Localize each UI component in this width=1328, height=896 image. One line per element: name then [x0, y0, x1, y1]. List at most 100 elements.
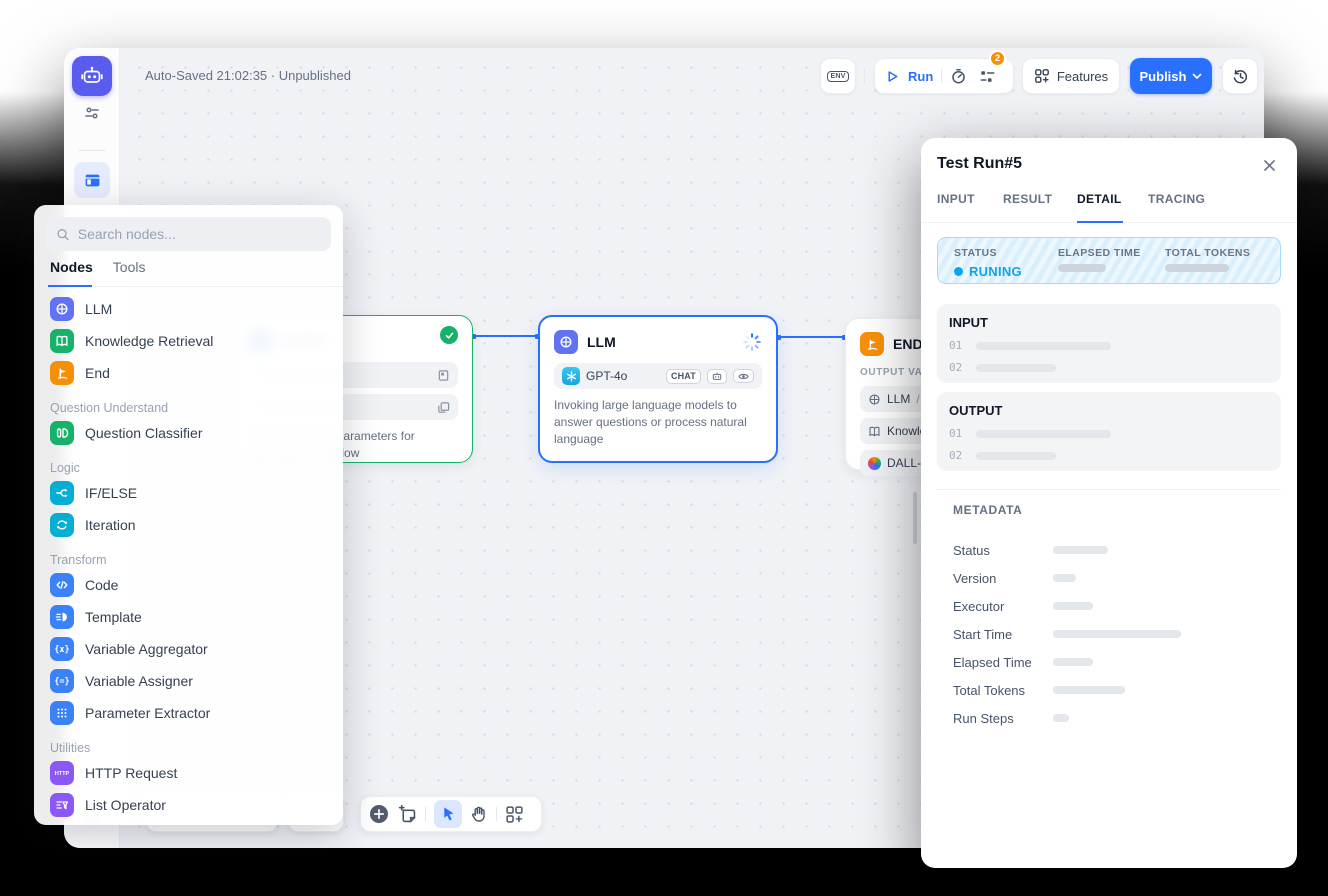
canvas-scrollbar[interactable]: [913, 492, 917, 544]
rail-divider: [78, 150, 106, 151]
llm-model-row[interactable]: GPT-4o CHAT: [554, 363, 762, 389]
tab-tracing[interactable]: TRACING: [1148, 192, 1205, 206]
metadata-title: METADATA: [953, 503, 1022, 517]
organize-nodes-button[interactable]: [505, 805, 524, 824]
text-field-icon: [437, 369, 450, 382]
search-input[interactable]: [78, 226, 321, 242]
node-item-variable-aggregator[interactable]: {x} Variable Aggregator: [44, 633, 333, 665]
node-item-if-else[interactable]: IF/ELSE: [44, 477, 333, 509]
tab-input[interactable]: INPUT: [937, 192, 1003, 206]
variable-assigner-icon: {=}: [50, 669, 74, 693]
end-flag-icon: [860, 332, 884, 356]
checklist-icon[interactable]: [979, 68, 996, 85]
llm-model-name: GPT-4o: [586, 369, 660, 383]
edge-start-to-llm: [473, 335, 538, 337]
node-item-label: List Operator: [85, 797, 166, 813]
node-item-label: Parameter Extractor: [85, 705, 210, 721]
history-button[interactable]: [1222, 58, 1258, 94]
node-item-list-operator[interactable]: List Operator: [44, 789, 333, 821]
preview-panel-button[interactable]: [74, 162, 110, 198]
node-item-label: Code: [85, 577, 118, 593]
node-item-variable-assigner[interactable]: {=} Variable Assigner: [44, 665, 333, 697]
meta-skeleton: [1053, 630, 1181, 638]
tab-nodes[interactable]: Nodes: [50, 259, 93, 286]
preferences-button[interactable]: [84, 105, 100, 121]
add-node-button[interactable]: [368, 803, 390, 825]
node-item-label: Variable Aggregator: [85, 641, 208, 657]
node-item-http-request[interactable]: HTTP HTTP Request: [44, 757, 333, 789]
node-item-question-classifier[interactable]: Question Classifier: [44, 417, 333, 449]
llm-node[interactable]: LLM GPT-4o CHAT: [538, 315, 778, 463]
end-node-title: END: [893, 336, 923, 352]
play-icon[interactable]: [885, 69, 900, 84]
elapsed-time-skeleton: [1058, 264, 1106, 272]
node-item-label: Knowledge Retrieval: [85, 333, 213, 349]
metadata-divider: [937, 489, 1281, 490]
node-item-code[interactable]: Code: [44, 569, 333, 601]
publish-button[interactable]: Publish: [1130, 58, 1212, 94]
node-item-label: IF/ELSE: [85, 485, 137, 501]
tab-detail[interactable]: DETAIL: [1077, 192, 1148, 206]
node-item-parameter-extractor[interactable]: Parameter Extractor: [44, 697, 333, 729]
output-card: OUTPUT 01 02: [937, 392, 1281, 471]
meta-skeleton: [1053, 658, 1093, 666]
line-number: 01: [949, 339, 962, 352]
line-number: 01: [949, 427, 962, 440]
active-tab-underline: [48, 285, 92, 287]
node-item-iteration[interactable]: Iteration: [44, 509, 333, 541]
search-box[interactable]: [46, 217, 331, 251]
llm-mini-icon: [868, 393, 881, 406]
close-button[interactable]: [1260, 156, 1278, 174]
node-item-template[interactable]: Template: [44, 601, 333, 633]
meta-skeleton: [1053, 546, 1108, 554]
run-panel-title: Test Run#5: [937, 155, 1022, 173]
node-item-knowledge-retrieval[interactable]: Knowledge Retrieval: [44, 325, 333, 357]
robot-icon: [80, 64, 104, 88]
end-row-source: LLM: [887, 392, 910, 406]
openai-icon: [562, 367, 580, 385]
status-label: STATUS: [954, 247, 1022, 259]
pointer-mode-button[interactable]: [434, 800, 462, 828]
panel-tabs: Nodes Tools: [34, 259, 343, 287]
node-item-end[interactable]: End: [44, 357, 333, 389]
stopwatch-icon[interactable]: [950, 68, 967, 85]
hand-icon: [470, 805, 488, 823]
end-flag-icon: [50, 361, 74, 385]
run-button[interactable]: Run: [908, 69, 933, 84]
classifier-icon: [50, 421, 74, 445]
topbar-divider: [864, 68, 865, 84]
output-skeleton: [976, 452, 1056, 460]
line-number: 02: [949, 361, 962, 374]
list-operator-icon: [50, 793, 74, 817]
meta-label-elapsed-time: Elapsed Time: [953, 655, 1053, 670]
meta-label-run-steps: Run Steps: [953, 711, 1053, 726]
app-logo[interactable]: [72, 56, 112, 96]
svg-text:HTTP: HTTP: [55, 771, 70, 777]
edge-llm-to-end: [778, 336, 845, 338]
node-item-llm[interactable]: LLM: [44, 293, 333, 325]
vision-badge: [733, 369, 754, 383]
notification-badge: 2: [989, 50, 1006, 67]
features-button[interactable]: Features: [1022, 58, 1120, 94]
close-icon: [1263, 159, 1276, 172]
node-list: LLM Knowledge Retrieval End Question Und…: [34, 287, 343, 825]
llm-node-title: LLM: [587, 334, 733, 350]
meta-label-version: Version: [953, 571, 1053, 586]
node-item-label: Question Classifier: [85, 425, 203, 441]
line-number: 02: [949, 449, 962, 462]
paragraph-field-icon: [437, 401, 450, 414]
meta-skeleton: [1053, 602, 1093, 610]
end-row-separator: /: [916, 392, 919, 406]
tab-result[interactable]: RESULT: [1003, 192, 1077, 206]
env-button[interactable]: ENV: [820, 58, 856, 94]
total-tokens-skeleton: [1165, 264, 1229, 272]
hand-mode-button[interactable]: [470, 805, 488, 823]
tab-tools[interactable]: Tools: [113, 259, 146, 286]
input-card: INPUT 01 02: [937, 304, 1281, 383]
section-question-understand: Question Understand: [50, 399, 327, 417]
page-background: Auto-Saved 21:02:35 · Unpublished ENV Ru…: [0, 0, 1328, 896]
run-status-card: STATUS RUNING ELAPSED TIME TOTAL TOKENS: [937, 237, 1281, 284]
add-note-button[interactable]: [398, 805, 417, 824]
iteration-icon: [50, 513, 74, 537]
total-tokens-label: TOTAL TOKENS: [1165, 247, 1250, 259]
